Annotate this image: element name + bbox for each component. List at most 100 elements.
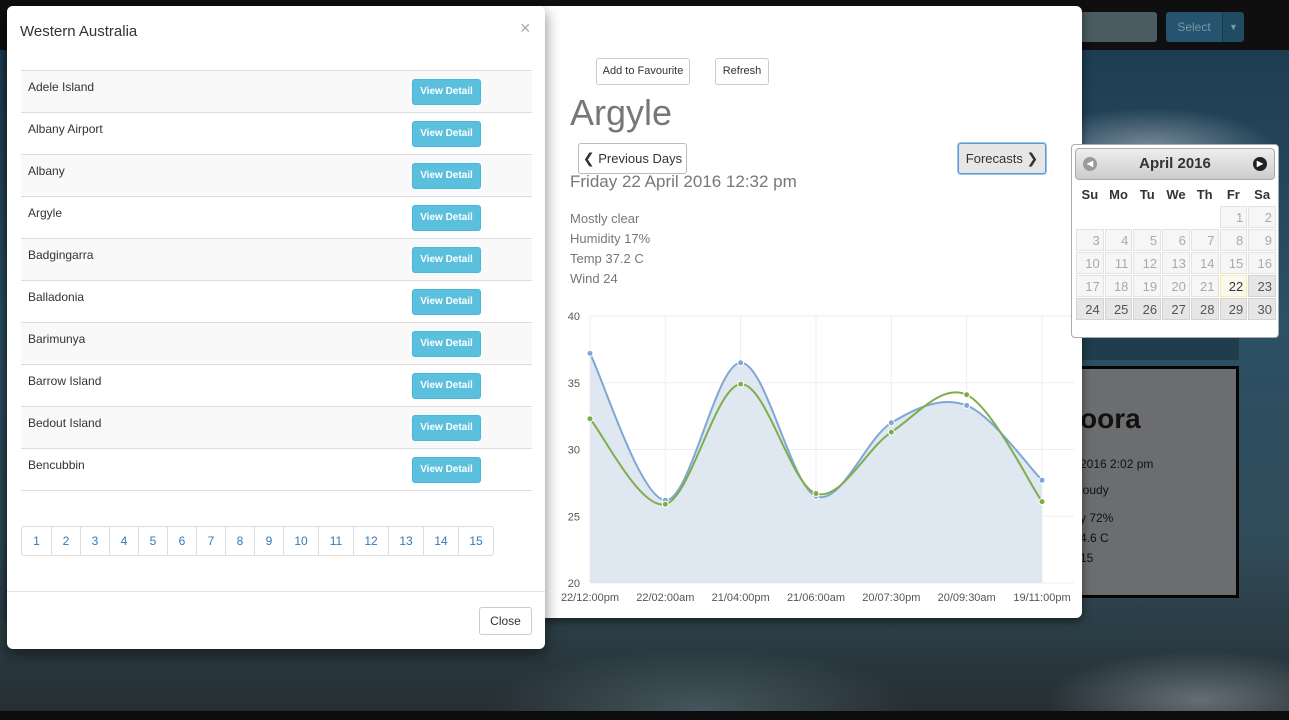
prev-month-icon[interactable]: ◀	[1083, 157, 1097, 171]
page-link[interactable]: 4	[109, 527, 138, 555]
table-row: Barimunya View Detail	[21, 323, 532, 365]
page-link[interactable]: 11	[318, 527, 353, 555]
background-search-input	[1080, 12, 1157, 42]
x-tick-label: 20/07:30pm	[862, 592, 920, 604]
background-station-card: oora 2016 2:02 pm loudy y 72% 4.6 C 15	[1080, 366, 1239, 598]
station-list-modal: Western Australia × Adele Island View Det…	[7, 6, 545, 649]
page-link[interactable]: 5	[138, 527, 167, 555]
observation-wind: Wind 24	[570, 271, 618, 286]
series-point	[586, 415, 594, 423]
page-link[interactable]: 3	[80, 527, 109, 555]
calendar-day: 1	[1219, 206, 1248, 228]
page-link[interactable]: 2	[51, 527, 80, 555]
station-title: Argyle	[570, 92, 673, 133]
calendar-day: 17	[1076, 275, 1104, 297]
add-to-favourite-button[interactable]: Add to Favourite	[596, 58, 690, 85]
series-point	[963, 391, 971, 399]
forecasts-button[interactable]: Forecasts ❯	[958, 143, 1046, 174]
datepicker-calendar: Su Mo Tu We Th Fr Sa 1 2 3 4 5 6 7 8 9 10 11 12 13 14 15 16 17…	[1075, 182, 1277, 321]
observation-conditions: Mostly clear	[570, 211, 640, 226]
calendar-day: 12	[1133, 252, 1162, 274]
calendar-day[interactable]: 23	[1248, 275, 1276, 297]
table-row: Adele Island View Detail	[21, 71, 532, 113]
series-point	[887, 428, 895, 436]
calendar-day[interactable]: 28	[1190, 298, 1219, 320]
calendar-day: 10	[1076, 252, 1104, 274]
background-card-title: oora	[1080, 403, 1141, 434]
table-row: Albany View Detail	[21, 155, 532, 197]
station-name: Albany Airport	[28, 122, 103, 136]
background-card-line: 4.6 C	[1080, 531, 1109, 545]
page-link[interactable]: 6	[167, 527, 196, 555]
station-name: Bedout Island	[28, 416, 102, 430]
page-link[interactable]: 9	[254, 527, 283, 555]
station-name: Adele Island	[28, 80, 95, 94]
calendar-day[interactable]: 26	[1133, 298, 1162, 320]
previous-days-label: Previous Days	[598, 151, 683, 166]
weekday-header: Mo	[1109, 186, 1128, 202]
weekday-header: Su	[1081, 186, 1099, 202]
modal-title: Western Australia	[20, 23, 138, 40]
calendar-day[interactable]: 27	[1162, 298, 1190, 320]
calendar-day[interactable]: 25	[1104, 298, 1133, 320]
station-name: Bencubbin	[28, 458, 85, 472]
table-row: Barrow Island View Detail	[21, 365, 532, 407]
previous-days-button[interactable]: ❮ Previous Days	[578, 143, 687, 174]
weekday-header: Tu	[1139, 186, 1155, 202]
view-detail-button[interactable]: View Detail	[412, 121, 481, 147]
y-tick-label: 35	[568, 378, 580, 390]
page-link[interactable]: 10	[283, 527, 318, 555]
y-tick-label: 40	[568, 311, 580, 323]
view-detail-button[interactable]: View Detail	[412, 415, 481, 441]
temperature-chart: 20 25 30 35 40 22/12:00pm 22/02:00am 21/04:00pm…	[561, 311, 1074, 604]
background-card-line: y 72%	[1080, 511, 1114, 525]
forecasts-label: Forecasts	[965, 151, 1023, 166]
datepicker-header: ◀ April 2016 ▶	[1075, 148, 1275, 180]
calendar-day[interactable]: 24	[1076, 298, 1104, 320]
background-footer	[0, 711, 1289, 720]
close-icon[interactable]: ×	[520, 18, 531, 38]
view-detail-button[interactable]: View Detail	[412, 289, 481, 315]
calendar-empty-cell	[1191, 206, 1219, 228]
calendar-day[interactable]: 29	[1219, 298, 1248, 320]
view-detail-button[interactable]: View Detail	[412, 247, 481, 273]
x-tick-label: 21/04:00pm	[712, 592, 770, 604]
calendar-day: 8	[1219, 229, 1248, 251]
background-card-line: 15	[1080, 551, 1094, 565]
calendar-empty-cell	[1133, 206, 1161, 228]
calendar-day: 19	[1133, 275, 1162, 297]
calendar-day: 2	[1248, 206, 1276, 228]
view-detail-button[interactable]: View Detail	[412, 331, 481, 357]
modal-footer-divider	[7, 591, 545, 592]
background-select-button: Select	[1166, 12, 1222, 42]
page-link[interactable]: 1	[22, 527, 51, 555]
page-link[interactable]: 7	[196, 527, 225, 555]
table-row: Albany Airport View Detail	[21, 113, 532, 155]
page-link[interactable]: 15	[458, 527, 493, 555]
calendar-day[interactable]: 22	[1219, 275, 1248, 297]
refresh-button[interactable]: Refresh	[715, 58, 769, 85]
view-detail-button[interactable]: View Detail	[412, 79, 481, 105]
page-link[interactable]: 14	[423, 527, 458, 555]
view-detail-button[interactable]: View Detail	[412, 205, 481, 231]
table-row: Badgingarra View Detail	[21, 239, 532, 281]
calendar-day: 4	[1104, 229, 1133, 251]
x-tick-label: 19/11:00pm	[1013, 592, 1070, 604]
view-detail-button[interactable]: View Detail	[412, 457, 481, 483]
weekday-header: We	[1166, 186, 1186, 202]
view-detail-button[interactable]: View Detail	[412, 373, 481, 399]
series-point	[963, 401, 971, 409]
calendar-day: 14	[1190, 252, 1219, 274]
page-link[interactable]: 8	[225, 527, 254, 555]
page-link[interactable]: 12	[353, 527, 388, 555]
series-point	[1038, 476, 1046, 484]
series-point	[887, 419, 895, 427]
view-detail-button[interactable]: View Detail	[412, 163, 481, 189]
next-month-icon[interactable]: ▶	[1253, 157, 1267, 171]
series-point	[1038, 498, 1046, 506]
station-name: Balladonia	[28, 290, 85, 304]
close-button[interactable]: Close	[479, 607, 532, 635]
calendar-day[interactable]: 30	[1248, 298, 1276, 320]
chevron-right-icon: ❯	[1026, 150, 1039, 166]
page-link[interactable]: 13	[388, 527, 423, 555]
